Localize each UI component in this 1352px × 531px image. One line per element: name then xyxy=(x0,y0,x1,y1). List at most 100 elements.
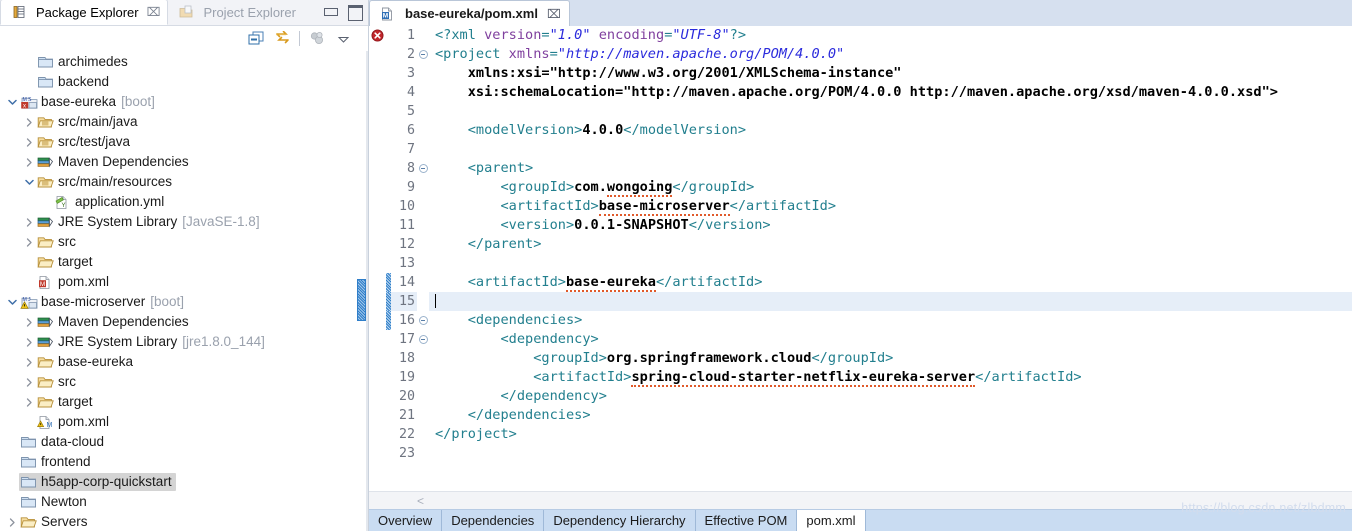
pom-editor-form-tabs[interactable]: Overview Dependencies Dependency Hierarchy… xyxy=(369,509,1352,531)
tab-package-explorer[interactable]: Package Explorer ⌧ xyxy=(0,0,169,25)
chevron-right-icon[interactable] xyxy=(6,512,19,531)
chevron-right-icon[interactable] xyxy=(23,232,36,252)
tree-item-base-microserver[interactable]: M Jbase-microserver [boot] xyxy=(0,292,368,312)
chevron-down-icon[interactable] xyxy=(6,292,19,312)
close-icon[interactable]: ⌧ xyxy=(147,5,161,19)
code-line-20[interactable]: 20 </dependency> xyxy=(369,387,1352,406)
tree-item-maven-dependencies[interactable]: Maven Dependencies xyxy=(0,152,368,172)
marker-slot xyxy=(369,311,386,330)
code-line-23[interactable]: 23 xyxy=(369,444,1352,463)
tree-item-pom-xml[interactable]: Mpom.xml xyxy=(0,272,368,292)
project-tree[interactable]: archimedes backend M Sx base-eureka [boot] src… xyxy=(0,51,368,531)
code-line-1[interactable]: 1 <?xml version="1.0" encoding="UTF-8"?> xyxy=(369,26,1352,45)
code-line-21[interactable]: 21 </dependencies> xyxy=(369,406,1352,425)
tree-item-newton[interactable]: Newton xyxy=(0,492,368,512)
chevron-right-icon[interactable] xyxy=(23,332,36,352)
code-line-3[interactable]: 3 xmlns:xsi="http://www.w3.org/2001/XMLS… xyxy=(369,64,1352,83)
form-tab-label: Effective POM xyxy=(704,513,788,528)
tree-item-base-eureka[interactable]: base-eureka xyxy=(0,352,368,372)
code-editor-area[interactable]: 1 <?xml version="1.0" encoding="UTF-8"?> 2… xyxy=(369,26,1352,491)
chevron-right-icon[interactable] xyxy=(23,372,36,392)
close-icon[interactable]: ⌧ xyxy=(547,7,561,21)
tree-item-h5app-corp-quickstart[interactable]: h5app-corp-quickstart xyxy=(0,472,368,492)
tree-item-maven-dependencies[interactable]: Maven Dependencies xyxy=(0,312,368,332)
code-line-6[interactable]: 6 <modelVersion>4.0.0</modelVersion> xyxy=(369,121,1352,140)
focus-on-active-task-button[interactable] xyxy=(304,28,330,50)
tree-item-src[interactable]: src xyxy=(0,232,368,252)
chevron-right-icon[interactable] xyxy=(23,212,36,232)
code-line-16[interactable]: 16 <dependencies> xyxy=(369,311,1352,330)
tree-item-qualifier: [boot] xyxy=(150,294,185,309)
tree-item-jre-system-library[interactable]: JRE System Library [JavaSE-1.8] xyxy=(0,212,368,232)
tree-item-src-test-java[interactable]: src/test/java xyxy=(0,132,368,152)
chevron-right-icon[interactable] xyxy=(23,392,36,412)
form-tab-dependency-hierarchy[interactable]: Dependency Hierarchy xyxy=(544,510,696,531)
fold-toggle-icon[interactable] xyxy=(417,330,429,349)
fold-toggle-icon[interactable] xyxy=(417,45,429,64)
svg-text:M: M xyxy=(40,281,45,288)
form-tab-pom-xml[interactable]: pom.xml xyxy=(797,510,866,531)
code-line-7[interactable]: 7 xyxy=(369,140,1352,159)
code-line-14[interactable]: 14 <artifactId>base-eureka</artifactId> xyxy=(369,273,1352,292)
tree-item-content: src xyxy=(36,373,80,391)
tree-item-data-cloud[interactable]: data-cloud xyxy=(0,432,368,452)
tree-item-target[interactable]: target xyxy=(0,252,368,272)
code-line-11[interactable]: 11 <version>0.0.1-SNAPSHOT</version> xyxy=(369,216,1352,235)
fold-toggle-icon[interactable] xyxy=(417,159,429,178)
code-line-15[interactable]: 15 xyxy=(369,292,1352,311)
chevron-right-icon[interactable] xyxy=(23,352,36,372)
line-number: 18 xyxy=(398,351,415,366)
tree-vertical-scrollbar[interactable] xyxy=(357,51,366,531)
tree-item-src-main-resources[interactable]: src/main/resources xyxy=(0,172,368,192)
code-line-19[interactable]: 19 <artifactId>spring-cloud-starter-netf… xyxy=(369,368,1352,387)
chevron-down-icon[interactable] xyxy=(23,172,36,192)
chevron-right-icon[interactable] xyxy=(23,152,36,172)
chevron-right-icon[interactable] xyxy=(23,112,36,132)
tree-item-pom-xml[interactable]: Mpom.xml xyxy=(0,412,368,432)
svg-text:M: M xyxy=(47,422,53,429)
fold-toggle-icon[interactable] xyxy=(417,311,429,330)
tree-item-label: base-microserver xyxy=(41,294,146,309)
editor-horizontal-scroll-strip[interactable]: < xyxy=(369,491,1352,509)
editor-tab-pom-xml[interactable]: M base-eureka/pom.xml ⌧ xyxy=(369,0,570,26)
collapse-all-button[interactable] xyxy=(243,28,269,50)
tree-item-servers[interactable]: Servers xyxy=(0,512,368,531)
code-line-13[interactable]: 13 xyxy=(369,254,1352,273)
chevron-right-icon[interactable] xyxy=(23,132,36,152)
tree-item-target[interactable]: target xyxy=(0,392,368,412)
tree-item-src[interactable]: src xyxy=(0,372,368,392)
tree-item-src-main-java[interactable]: src/main/java xyxy=(0,112,368,132)
code-line-22[interactable]: 22 </project> xyxy=(369,425,1352,444)
code-line-4[interactable]: 4 xsi:schemaLocation="http://maven.apach… xyxy=(369,83,1352,102)
code-line-9[interactable]: 9 <groupId>com.wongoing</groupId> xyxy=(369,178,1352,197)
tree-item-content: M Jbase-microserver [boot] xyxy=(19,293,188,311)
tab-project-explorer[interactable]: Project Explorer xyxy=(168,0,302,25)
tree-item-label: src xyxy=(58,234,76,249)
code-line-12[interactable]: 12 </parent> xyxy=(369,235,1352,254)
code-line-18[interactable]: 18 <groupId>org.springframework.cloud</g… xyxy=(369,349,1352,368)
code-line-10[interactable]: 10 <artifactId>base-microserver</artifac… xyxy=(369,197,1352,216)
tree-item-backend[interactable]: backend xyxy=(0,72,368,92)
tree-item-frontend[interactable]: frontend xyxy=(0,452,368,472)
form-tab-overview[interactable]: Overview xyxy=(369,510,443,531)
link-with-editor-button[interactable] xyxy=(269,28,295,50)
tree-item-base-eureka[interactable]: M Sx base-eureka [boot] xyxy=(0,92,368,112)
tree-item-jre-system-library[interactable]: JRE System Library [jre1.8.0_144] xyxy=(0,332,368,352)
scroll-left-chevron-icon[interactable]: < xyxy=(417,494,424,508)
tree-item-application-yml[interactable]: Yapplication.yml xyxy=(0,192,368,212)
code-line-17[interactable]: 17 <dependency> xyxy=(369,330,1352,349)
form-tab-effective-pom[interactable]: Effective POM xyxy=(696,510,798,531)
marker-slot xyxy=(369,140,386,159)
tree-item-archimedes[interactable]: archimedes xyxy=(0,52,368,72)
code-line-2[interactable]: 2 <project xmlns="http://maven.apache.org… xyxy=(369,45,1352,64)
code-line-5[interactable]: 5 xyxy=(369,102,1352,121)
maximize-button[interactable] xyxy=(347,4,363,21)
minimize-button[interactable] xyxy=(323,4,338,18)
code-line-8[interactable]: 8 <parent> xyxy=(369,159,1352,178)
chevron-right-icon[interactable] xyxy=(23,312,36,332)
scrollbar-thumb[interactable] xyxy=(357,279,366,321)
chevron-down-icon[interactable] xyxy=(6,92,19,112)
form-tab-dependencies[interactable]: Dependencies xyxy=(442,510,545,531)
view-menu-button[interactable] xyxy=(330,28,356,50)
